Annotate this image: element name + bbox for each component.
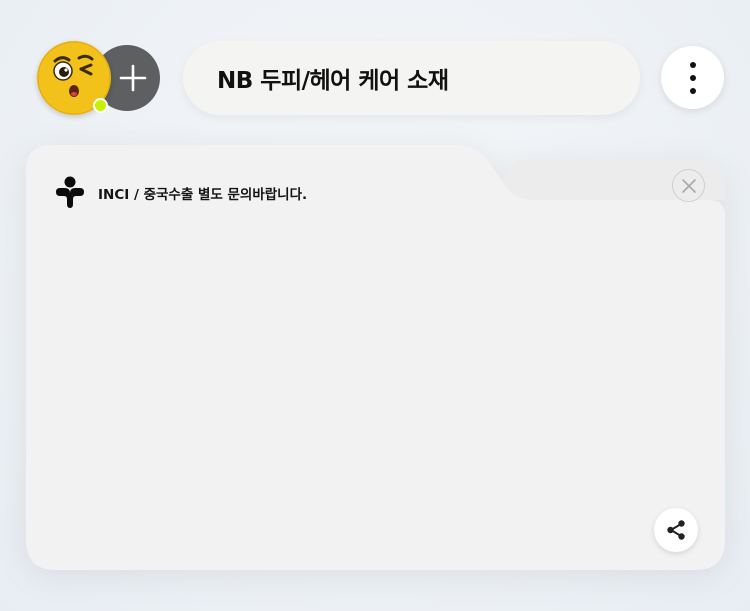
vertical-ellipsis-icon [689, 61, 696, 94]
close-button[interactable] [672, 169, 705, 202]
app-screen: NB 두피/헤어 케어 소재 INCI / 중국수출 별도 문의바랍니다. [0, 0, 750, 611]
page-title: NB 두피/헤어 케어 소재 [217, 68, 449, 94]
plus-icon [119, 64, 147, 92]
card-header: INCI / 중국수출 별도 문의바랍니다. [52, 175, 307, 211]
title-bar: NB 두피/헤어 케어 소재 [183, 41, 640, 115]
share-icon [667, 520, 685, 540]
brand-logo-icon [56, 176, 84, 208]
close-icon [681, 178, 696, 193]
more-menu-button[interactable] [661, 46, 724, 109]
card-header-text: INCI / 중국수출 별도 문의바랍니다. [98, 187, 308, 203]
online-status-dot [93, 98, 108, 113]
share-button[interactable] [654, 508, 698, 552]
folder-card: INCI / 중국수출 별도 문의바랍니다. [26, 145, 725, 570]
